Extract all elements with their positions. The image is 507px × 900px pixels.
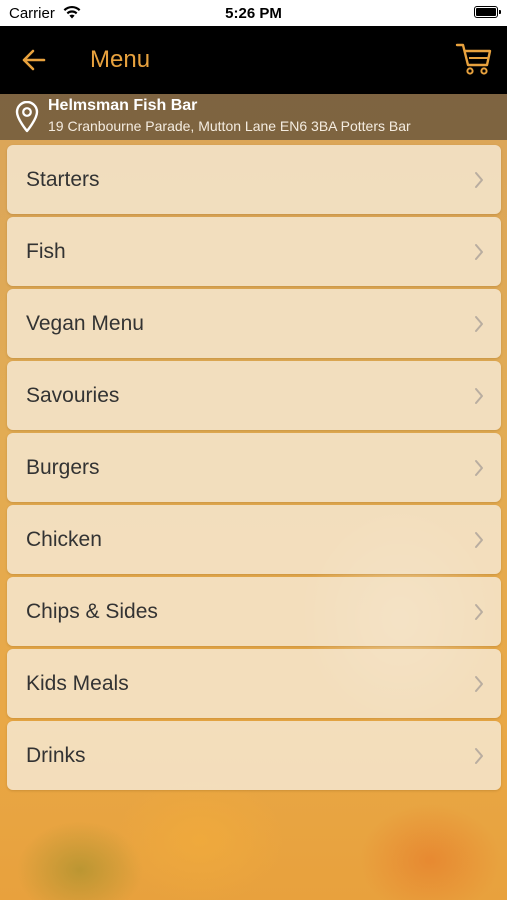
chevron-right-icon [474, 675, 484, 693]
menu-category-list: Starters Fish Vegan Menu Savouries Burge… [7, 145, 501, 793]
chevron-right-icon [474, 315, 484, 333]
chevron-right-icon [474, 387, 484, 405]
menu-item-label: Savouries [26, 384, 120, 407]
menu-item-fish[interactable]: Fish [7, 217, 501, 286]
cart-icon[interactable] [455, 41, 493, 77]
menu-item-chips-sides[interactable]: Chips & Sides [7, 577, 501, 646]
chevron-right-icon [474, 243, 484, 261]
menu-item-label: Chips & Sides [26, 600, 158, 623]
battery-icon [474, 6, 501, 18]
menu-item-label: Chicken [26, 528, 102, 551]
status-bar: Carrier 5:26 PM [0, 0, 507, 26]
menu-item-vegan-menu[interactable]: Vegan Menu [7, 289, 501, 358]
menu-item-drinks[interactable]: Drinks [7, 721, 501, 790]
chevron-right-icon [474, 747, 484, 765]
menu-item-label: Fish [26, 240, 66, 263]
restaurant-address: 19 Cranbourne Parade, Mutton Lane EN6 3B… [48, 118, 411, 134]
clock: 5:26 PM [225, 5, 282, 22]
chevron-right-icon [474, 603, 484, 621]
menu-item-savouries[interactable]: Savouries [7, 361, 501, 430]
page-title: Menu [90, 46, 151, 73]
menu-item-chicken[interactable]: Chicken [7, 505, 501, 574]
menu-item-label: Vegan Menu [26, 312, 144, 335]
menu-item-label: Drinks [26, 744, 86, 767]
menu-item-starters[interactable]: Starters [7, 145, 501, 214]
menu-item-label: Burgers [26, 456, 100, 479]
chevron-right-icon [474, 171, 484, 189]
chevron-right-icon [474, 531, 484, 549]
arrow-left-icon[interactable] [20, 46, 50, 74]
location-pin-icon [14, 100, 40, 133]
menu-item-label: Kids Meals [26, 672, 129, 695]
navigation-bar: Menu [0, 26, 507, 94]
menu-item-kids-meals[interactable]: Kids Meals [7, 649, 501, 718]
restaurant-location-bar: Helmsman Fish Bar 19 Cranbourne Parade, … [0, 94, 507, 140]
restaurant-name: Helmsman Fish Bar [48, 97, 198, 114]
chevron-right-icon [474, 459, 484, 477]
menu-item-burgers[interactable]: Burgers [7, 433, 501, 502]
menu-item-label: Starters [26, 168, 100, 191]
